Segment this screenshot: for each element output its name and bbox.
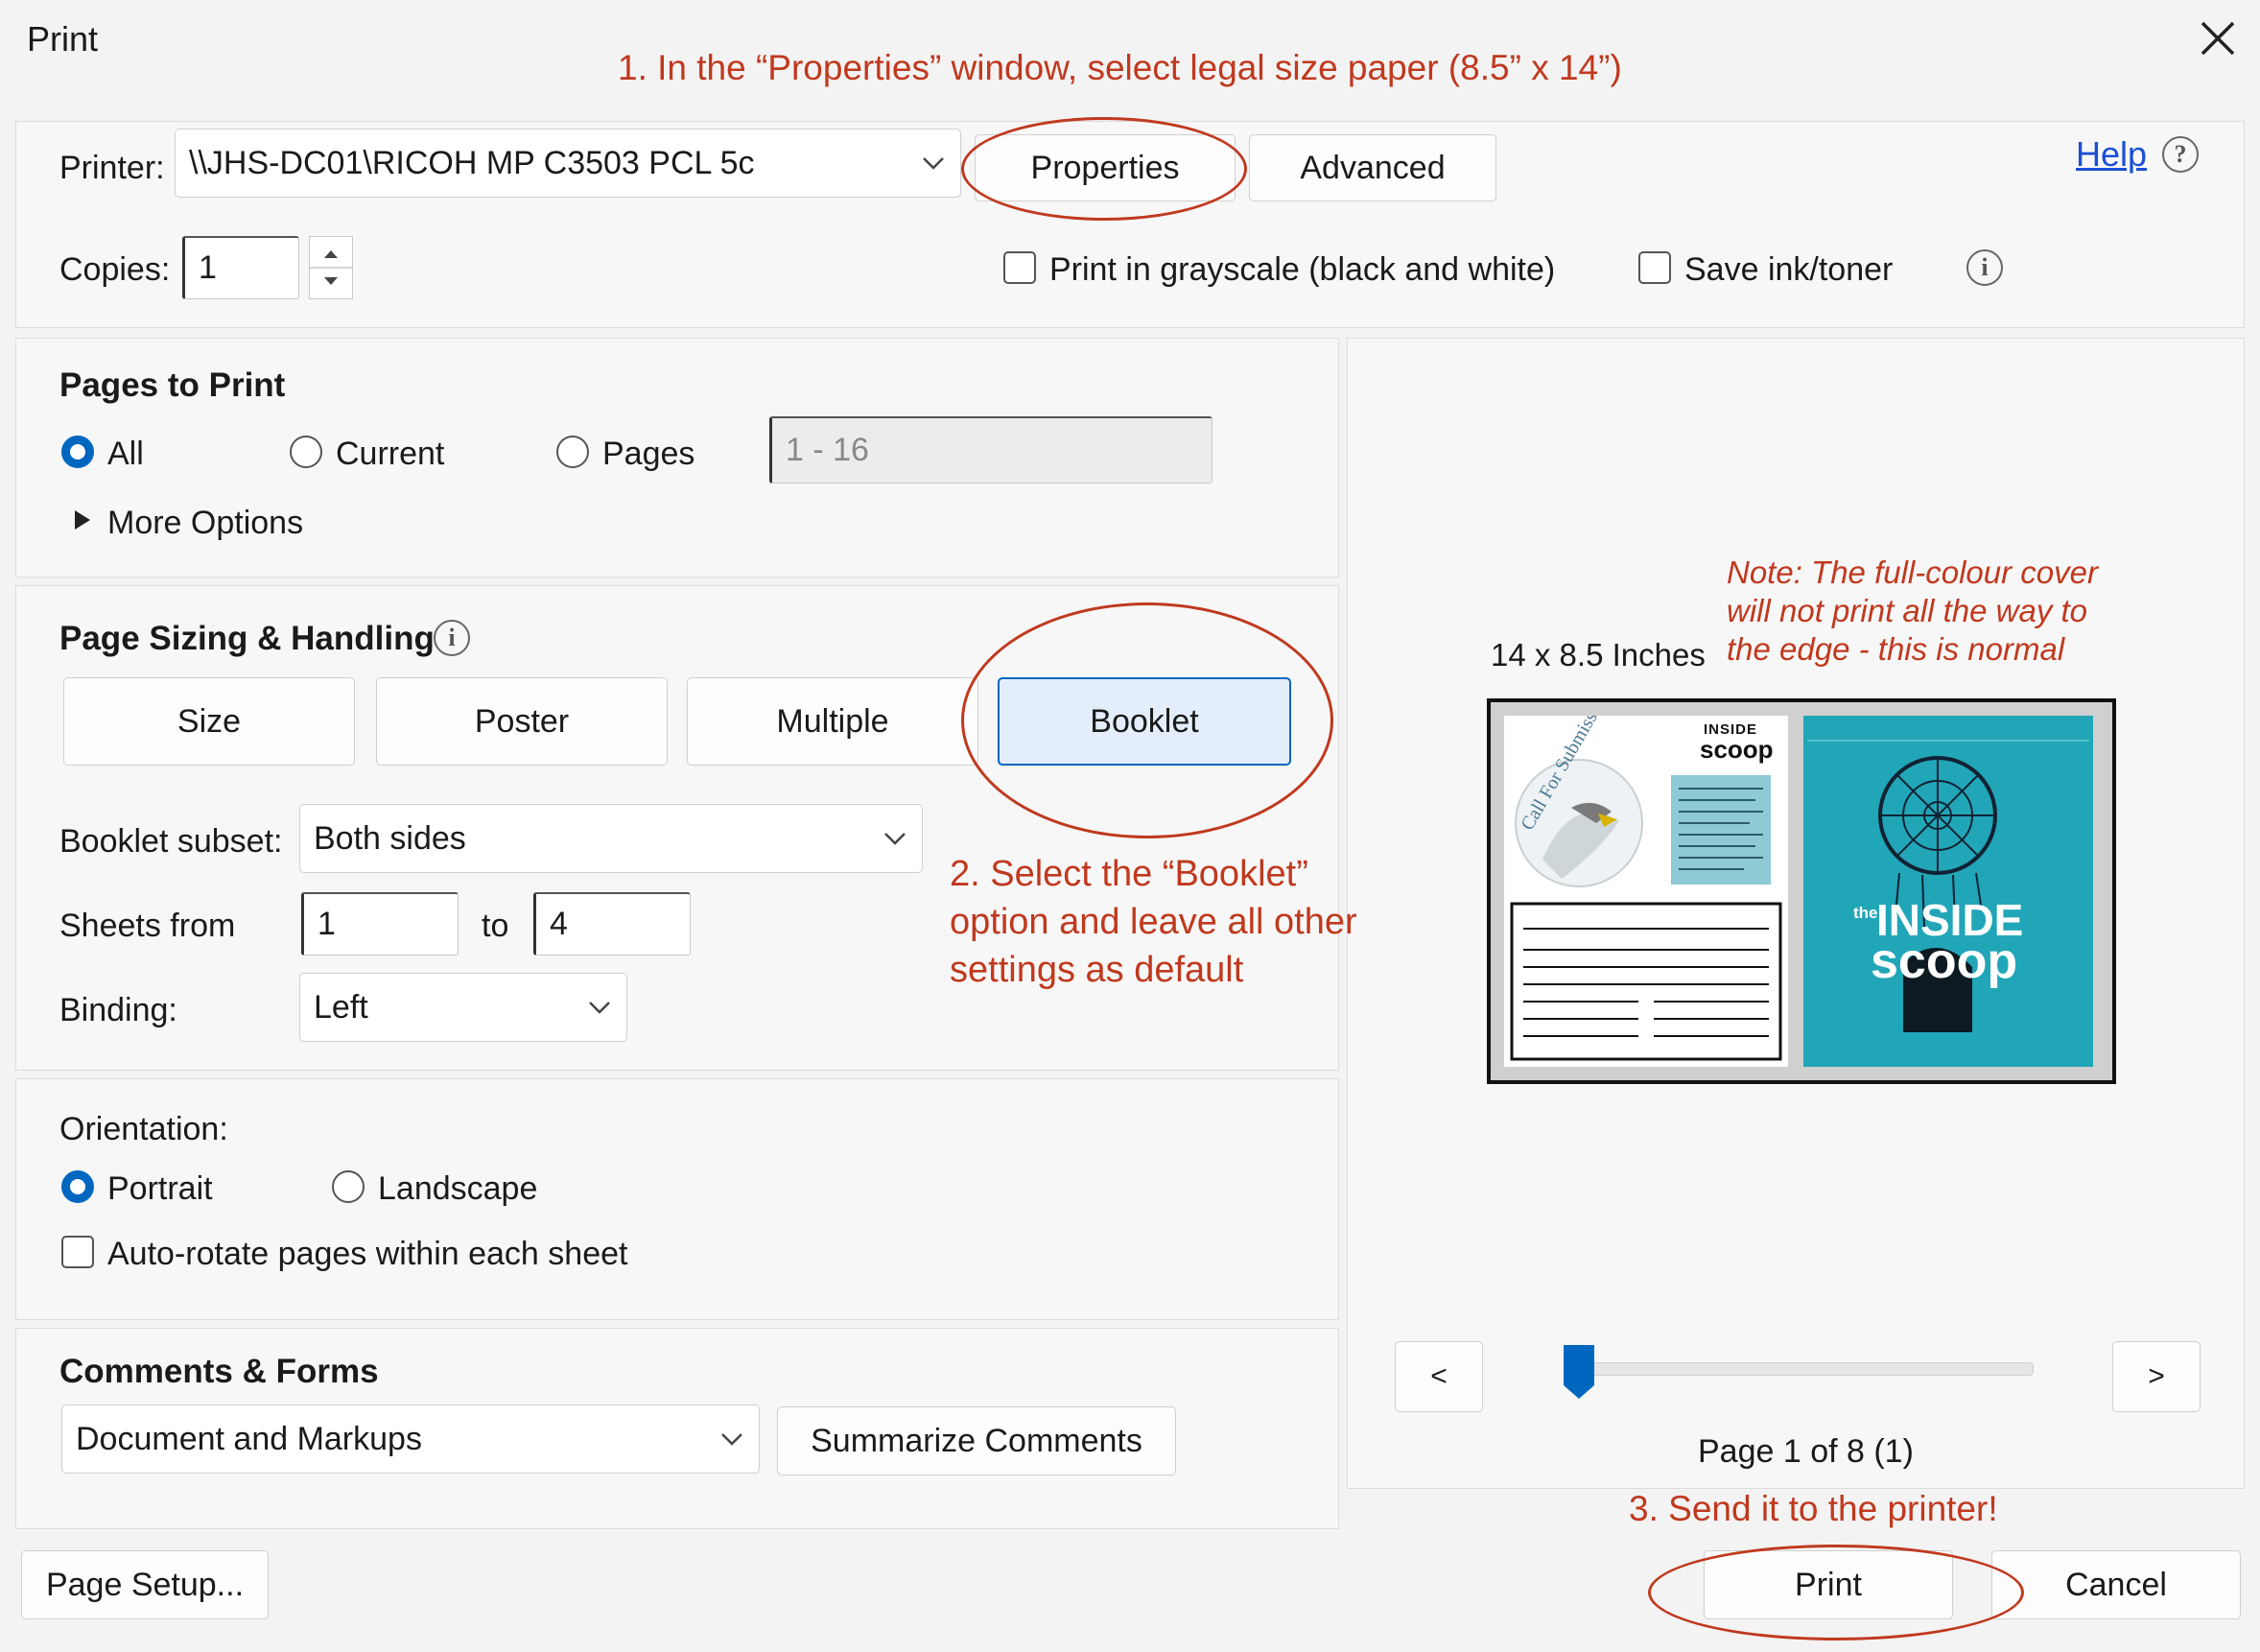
grayscale-checkbox[interactable] [1003,251,1036,284]
binding-value: Left [314,988,368,1026]
next-page-button[interactable]: > [2112,1341,2201,1412]
autorotate-checkbox[interactable] [61,1236,94,1268]
more-options-label[interactable]: More Options [107,505,303,542]
booklet-subset-select[interactable]: Both sides [299,804,923,873]
comments-value: Document and Markups [76,1420,422,1457]
info-icon[interactable]: i [1966,249,2003,286]
annotation-step-3: 3. Send it to the printer! [1629,1489,1998,1528]
advanced-button[interactable]: Advanced [1249,134,1496,201]
prev-page-button[interactable]: < [1395,1341,1483,1412]
annotation-oval-booklet [961,602,1333,838]
page-sizing-heading: Page Sizing & Handling [59,620,435,657]
pages-range-input[interactable]: 1 - 16 [769,416,1212,484]
sheets-from-input[interactable]: 1 [301,892,459,956]
help-icon[interactable]: ? [2162,136,2199,173]
comments-heading: Comments & Forms [59,1353,379,1390]
annotation-step-2-line-3: settings as default [950,950,1244,990]
radio-pages[interactable] [556,436,589,468]
copies-stepper[interactable] [309,236,353,299]
radio-current-label: Current [336,436,445,472]
triangle-right-icon[interactable] [73,508,92,531]
stepper-down-icon [324,277,338,285]
chevron-down-icon [589,1002,610,1014]
chevron-down-icon [923,157,944,170]
pages-to-print-heading: Pages to Print [59,366,286,404]
cover-title-bottom: scoop [1871,933,2018,989]
radio-all[interactable] [61,436,94,468]
autorotate-label: Auto-rotate pages within each sheet [107,1236,628,1272]
multiple-button[interactable]: Multiple [687,677,978,766]
radio-portrait-label: Portrait [107,1170,213,1207]
sheets-to-label: to [482,908,509,944]
chevron-down-icon [721,1433,742,1446]
summarize-comments-button[interactable]: Summarize Comments [777,1406,1176,1475]
cancel-button[interactable]: Cancel [1991,1550,2241,1619]
chevron-down-icon [884,833,906,845]
printer-select[interactable]: \\JHS-DC01\RICOH MP C3503 PCL 5c [175,129,961,198]
radio-current[interactable] [290,436,322,468]
poster-button[interactable]: Poster [376,677,668,766]
radio-pages-label: Pages [602,436,695,472]
close-icon[interactable] [2197,17,2239,59]
preview-note-line-2: will not print all the way to [1727,593,2088,628]
back-logo-bottom: scoop [1700,735,1774,764]
annotation-oval-print [1648,1545,2024,1640]
page-slider-track[interactable] [1566,1362,2034,1376]
radio-landscape[interactable] [332,1170,365,1203]
radio-portrait[interactable] [61,1170,94,1203]
sheets-from-label: Sheets from [59,908,236,944]
booklet-subset-label: Booklet subset: [59,823,283,860]
printer-value: \\JHS-DC01\RICOH MP C3503 PCL 5c [189,144,755,181]
save-ink-label: Save ink/toner [1684,251,1894,288]
page-preview: Call For Submissions INSIDE scoop the IN… [1487,680,2116,1084]
paper-size-label: 14 x 8.5 Inches [1491,637,1706,673]
copies-label: Copies: [59,251,171,288]
page-slider-thumb[interactable] [1562,1343,1596,1401]
preview-back-page: Call For Submissions INSIDE scoop [1504,680,1788,1067]
preview-note-line-1: Note: The full-colour cover [1727,555,2098,590]
annotation-step-1: 1. In the “Properties” window, select le… [618,48,1622,87]
binding-select[interactable]: Left [299,973,627,1042]
save-ink-checkbox[interactable] [1638,251,1671,284]
comments-select[interactable]: Document and Markups [61,1404,760,1474]
orientation-heading: Orientation: [59,1111,228,1147]
sheets-to-input[interactable]: 4 [533,892,691,956]
annotation-oval-properties [961,117,1247,221]
page-setup-button[interactable]: Page Setup... [21,1550,269,1619]
grayscale-label: Print in grayscale (black and white) [1049,251,1556,288]
page-indicator: Page 1 of 8 (1) [1698,1433,1914,1470]
annotation-step-2-line-1: 2. Select the “Booklet” [950,854,1308,894]
radio-all-label: All [107,436,144,472]
window-title: Print [27,19,99,59]
help-link[interactable]: Help [2076,134,2147,175]
stepper-up-icon [324,250,338,258]
radio-landscape-label: Landscape [378,1170,538,1207]
binding-label: Binding: [59,992,177,1028]
copies-input[interactable]: 1 [182,236,299,299]
printer-label: Printer: [59,150,165,186]
preview-cover-page: the INSIDE scoop [1803,716,2093,1067]
booklet-subset-value: Both sides [314,819,466,857]
preview-note-line-3: the edge - this is normal [1727,631,2065,667]
size-button[interactable]: Size [63,677,355,766]
annotation-step-2-line-2: option and leave all other [950,902,1357,942]
sizing-info-icon[interactable]: i [434,620,470,656]
cover-title-top: the [1853,904,1878,922]
